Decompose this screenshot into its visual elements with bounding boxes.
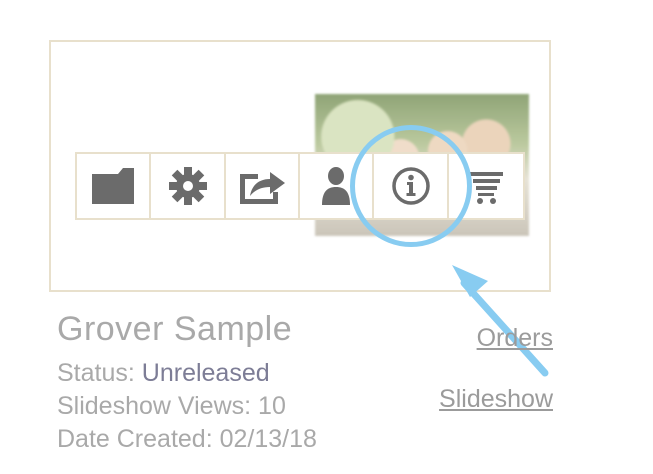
date-created-value: 02/13/18 — [219, 425, 317, 453]
slideshow-views-label: Slideshow Views: — [57, 392, 252, 420]
date-created-line: Date Created: 02/13/18 — [57, 425, 317, 454]
orders-link[interactable]: Orders — [477, 324, 553, 353]
slideshow-views-value: 10 — [258, 392, 286, 420]
slideshow-link[interactable]: Slideshow — [439, 385, 553, 414]
folder-icon — [92, 168, 135, 204]
share-icon — [239, 172, 285, 204]
date-created-label: Date Created: — [57, 425, 213, 453]
orders-button[interactable] — [449, 154, 523, 218]
status-line: Status: Unreleased — [57, 359, 270, 388]
gallery-toolbar — [75, 152, 525, 220]
gallery-title: Grover Sample — [57, 310, 293, 348]
share-button[interactable] — [226, 154, 301, 218]
info-icon — [391, 167, 430, 205]
status-label: Status: — [57, 359, 135, 387]
gear-icon — [168, 167, 207, 205]
status-value: Unreleased — [141, 359, 270, 387]
settings-button[interactable] — [151, 154, 226, 218]
info-button[interactable] — [374, 154, 449, 218]
cart-icon — [468, 172, 503, 204]
clients-button[interactable] — [300, 154, 375, 218]
slideshow-views-line: Slideshow Views: 10 — [57, 392, 286, 421]
folder-button[interactable] — [77, 154, 152, 218]
person-icon — [322, 167, 351, 205]
